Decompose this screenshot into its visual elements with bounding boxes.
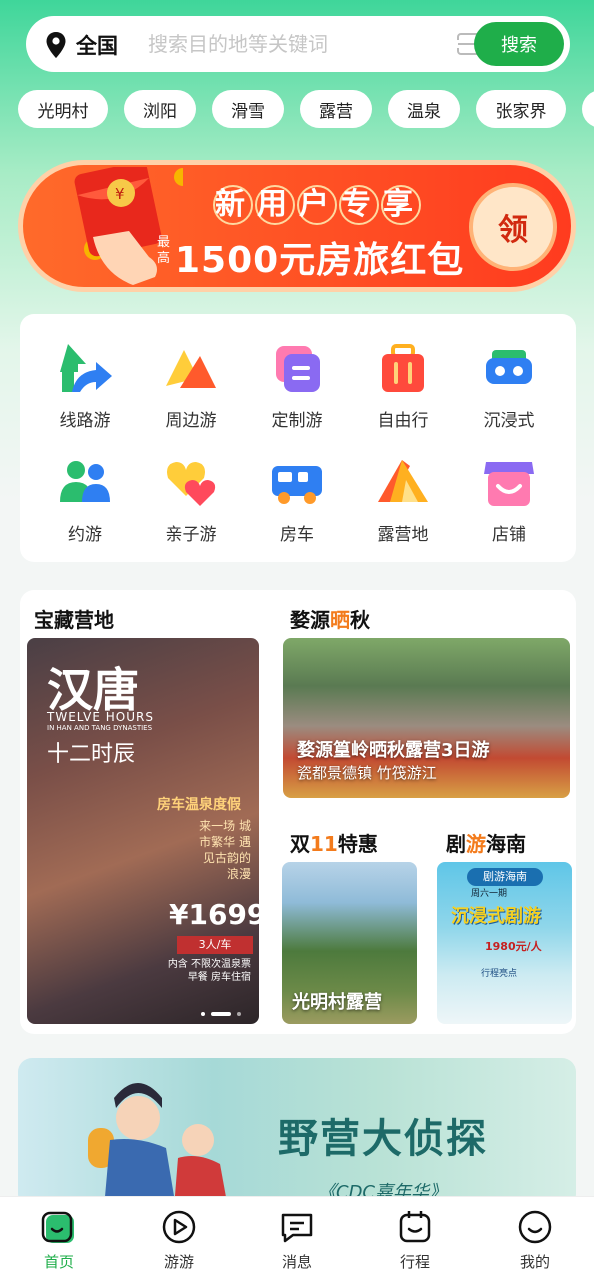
profile-icon [518,1210,552,1244]
category-item[interactable]: 店铺 [454,430,564,545]
category-label: 亲子游 [165,525,217,545]
category-label: 定制游 [271,411,323,431]
category-item[interactable]: 房车 [242,430,352,545]
banner-title: 1500元房旅红包 [175,240,465,281]
hainan-card-note: 行程亮点 [481,969,518,979]
envelope-mark: ¥ [115,185,125,203]
mountain-icon [166,350,216,388]
camp-section-title[interactable]: 宝藏营地 [34,604,114,633]
tab-label: 首页 [43,1253,74,1271]
vr-icon [486,350,532,384]
category-item[interactable]: 沉浸式 [454,316,564,431]
tag-chip[interactable]: 浏阳 [124,90,196,128]
camp-card-includes: 内含 不限次温泉票 早餐 房车住宿 [167,959,251,983]
carousel-indicator [201,1012,241,1016]
category-label: 露营地 [377,525,429,545]
category-label: 约游 [68,525,102,545]
event-banner[interactable]: 野营大侦探 《CDC嘉年华》 [18,1058,576,1208]
home-icon [41,1211,74,1243]
route-icon [60,344,112,392]
tab-label: 消息 [281,1253,312,1271]
tag-chip[interactable]: 露营 [300,90,372,128]
wuyuan-card-title: 婺源篁岭晒秋露营3日游 [297,740,490,761]
camp-card-tag: 房车温泉度假 [157,797,241,813]
tab-messages[interactable]: 消息 [252,1205,342,1275]
search-button[interactable]: 搜索 [474,22,564,66]
tab-label: 游游 [163,1253,194,1271]
hainan-card-pill: 剧游海南 [467,868,543,886]
tag-chip[interactable]: 光明村 [18,90,108,128]
recommend-section: 宝藏营地 婺源晒秋 双11特惠 剧游海南 汉唐 TWELVE HOURS IN … [20,590,576,1034]
play-icon [162,1210,196,1244]
event-title: 野营大侦探 [278,1115,488,1162]
category-label: 自由行 [377,411,429,431]
category-label: 店铺 [492,525,526,545]
hainan-card-price: 1980元/人 [485,940,542,953]
category-item[interactable]: 自由行 [348,316,458,431]
category-item[interactable]: 露营地 [348,430,458,545]
camp-card-en-sub: IN HAN AND TANG DYNASTIES [47,724,153,732]
category-item[interactable]: 定制游 [242,316,352,431]
camp-card-slogan: 来一场 城市繁华 遇见古韵的 浪漫 [199,819,251,881]
double11-section-title[interactable]: 双11特惠 [290,828,378,857]
hainan-card[interactable]: 剧游海南 周六一期 沉浸式剧游 1980元/人 行程亮点 [437,862,572,1024]
search-input[interactable] [148,28,438,60]
camp-card-unit: 3人/车 [177,936,253,954]
itinerary-icon [399,1211,431,1243]
tag-chip[interactable]: 张家界 [476,90,566,128]
luggage-icon [382,344,424,392]
hainan-section-title[interactable]: 剧游海南 [446,828,526,857]
category-item[interactable]: 约游 [30,430,140,545]
category-item[interactable]: 线路游 [30,316,140,431]
camp-card-en: TWELVE HOURS [47,710,154,724]
red-envelope-icon: ¥ [74,167,183,285]
category-item[interactable]: 亲子游 [136,430,246,545]
hainan-card-headline: 沉浸式剧游 [451,906,541,927]
shop-icon [484,462,534,506]
new-user-banner[interactable]: ¥ 新用户专享 最高 1500元房旅红包 领 [18,160,576,292]
message-icon [281,1213,313,1243]
search-bar: 全国 搜索 [26,16,570,72]
wuyuan-section-title[interactable]: 婺源晒秋 [290,604,370,633]
banner-subtitle: 新用户专享 [213,185,423,225]
claim-button[interactable]: 领 [469,183,557,271]
camp-card-cn: 十二时辰 [47,742,136,767]
double11-card[interactable]: 光明村露营 [282,862,417,1024]
banner-prefix: 最高 [157,235,171,266]
category-label: 线路游 [59,411,111,431]
category-label: 沉浸式 [483,411,535,431]
category-label: 房车 [280,525,314,545]
tab-video[interactable]: 游游 [134,1205,224,1275]
tag-chip-more[interactable] [582,90,594,128]
location-label[interactable]: 全国 [76,30,118,60]
category-label: 周边游 [165,411,217,431]
double11-card-caption: 光明村露营 [292,992,382,1013]
hot-tags: 光明村 浏阳 滑雪 露营 温泉 张家界 [18,90,594,128]
tab-profile[interactable]: 我的 [490,1205,580,1275]
tent-icon [378,460,428,502]
camp-card[interactable]: 汉唐 TWELVE HOURS IN HAN AND TANG DYNASTIE… [27,638,259,1024]
tag-chip[interactable]: 滑雪 [212,90,284,128]
hainan-card-sub: 周六一期 [471,889,508,899]
people-icon [60,461,110,502]
bottom-tab-bar: 首页 游游 消息 行程 我的 [0,1196,594,1280]
family-heart-icon [167,462,216,506]
wuyuan-card-subtitle: 瓷都景德镇 竹筏游江 [297,764,437,782]
tab-label: 我的 [519,1253,550,1271]
location-pin-icon[interactable] [44,31,68,59]
category-grid: 线路游 周边游 定制游 自由行 沉浸式 约游 亲子游 房车 露营地 店铺 [20,314,576,562]
tab-home[interactable]: 首页 [14,1205,104,1275]
illustration-icon [88,1083,228,1208]
tab-label: 行程 [399,1253,430,1271]
custom-icon [276,346,320,392]
wuyuan-card[interactable]: 婺源篁岭晒秋露营3日游 瓷都景德镇 竹筏游江 [283,638,570,798]
category-item[interactable]: 周边游 [136,316,246,431]
tab-itinerary[interactable]: 行程 [370,1205,460,1275]
rv-icon [272,466,322,504]
camp-card-price: ¥1699 [169,898,259,931]
tag-chip[interactable]: 温泉 [388,90,460,128]
